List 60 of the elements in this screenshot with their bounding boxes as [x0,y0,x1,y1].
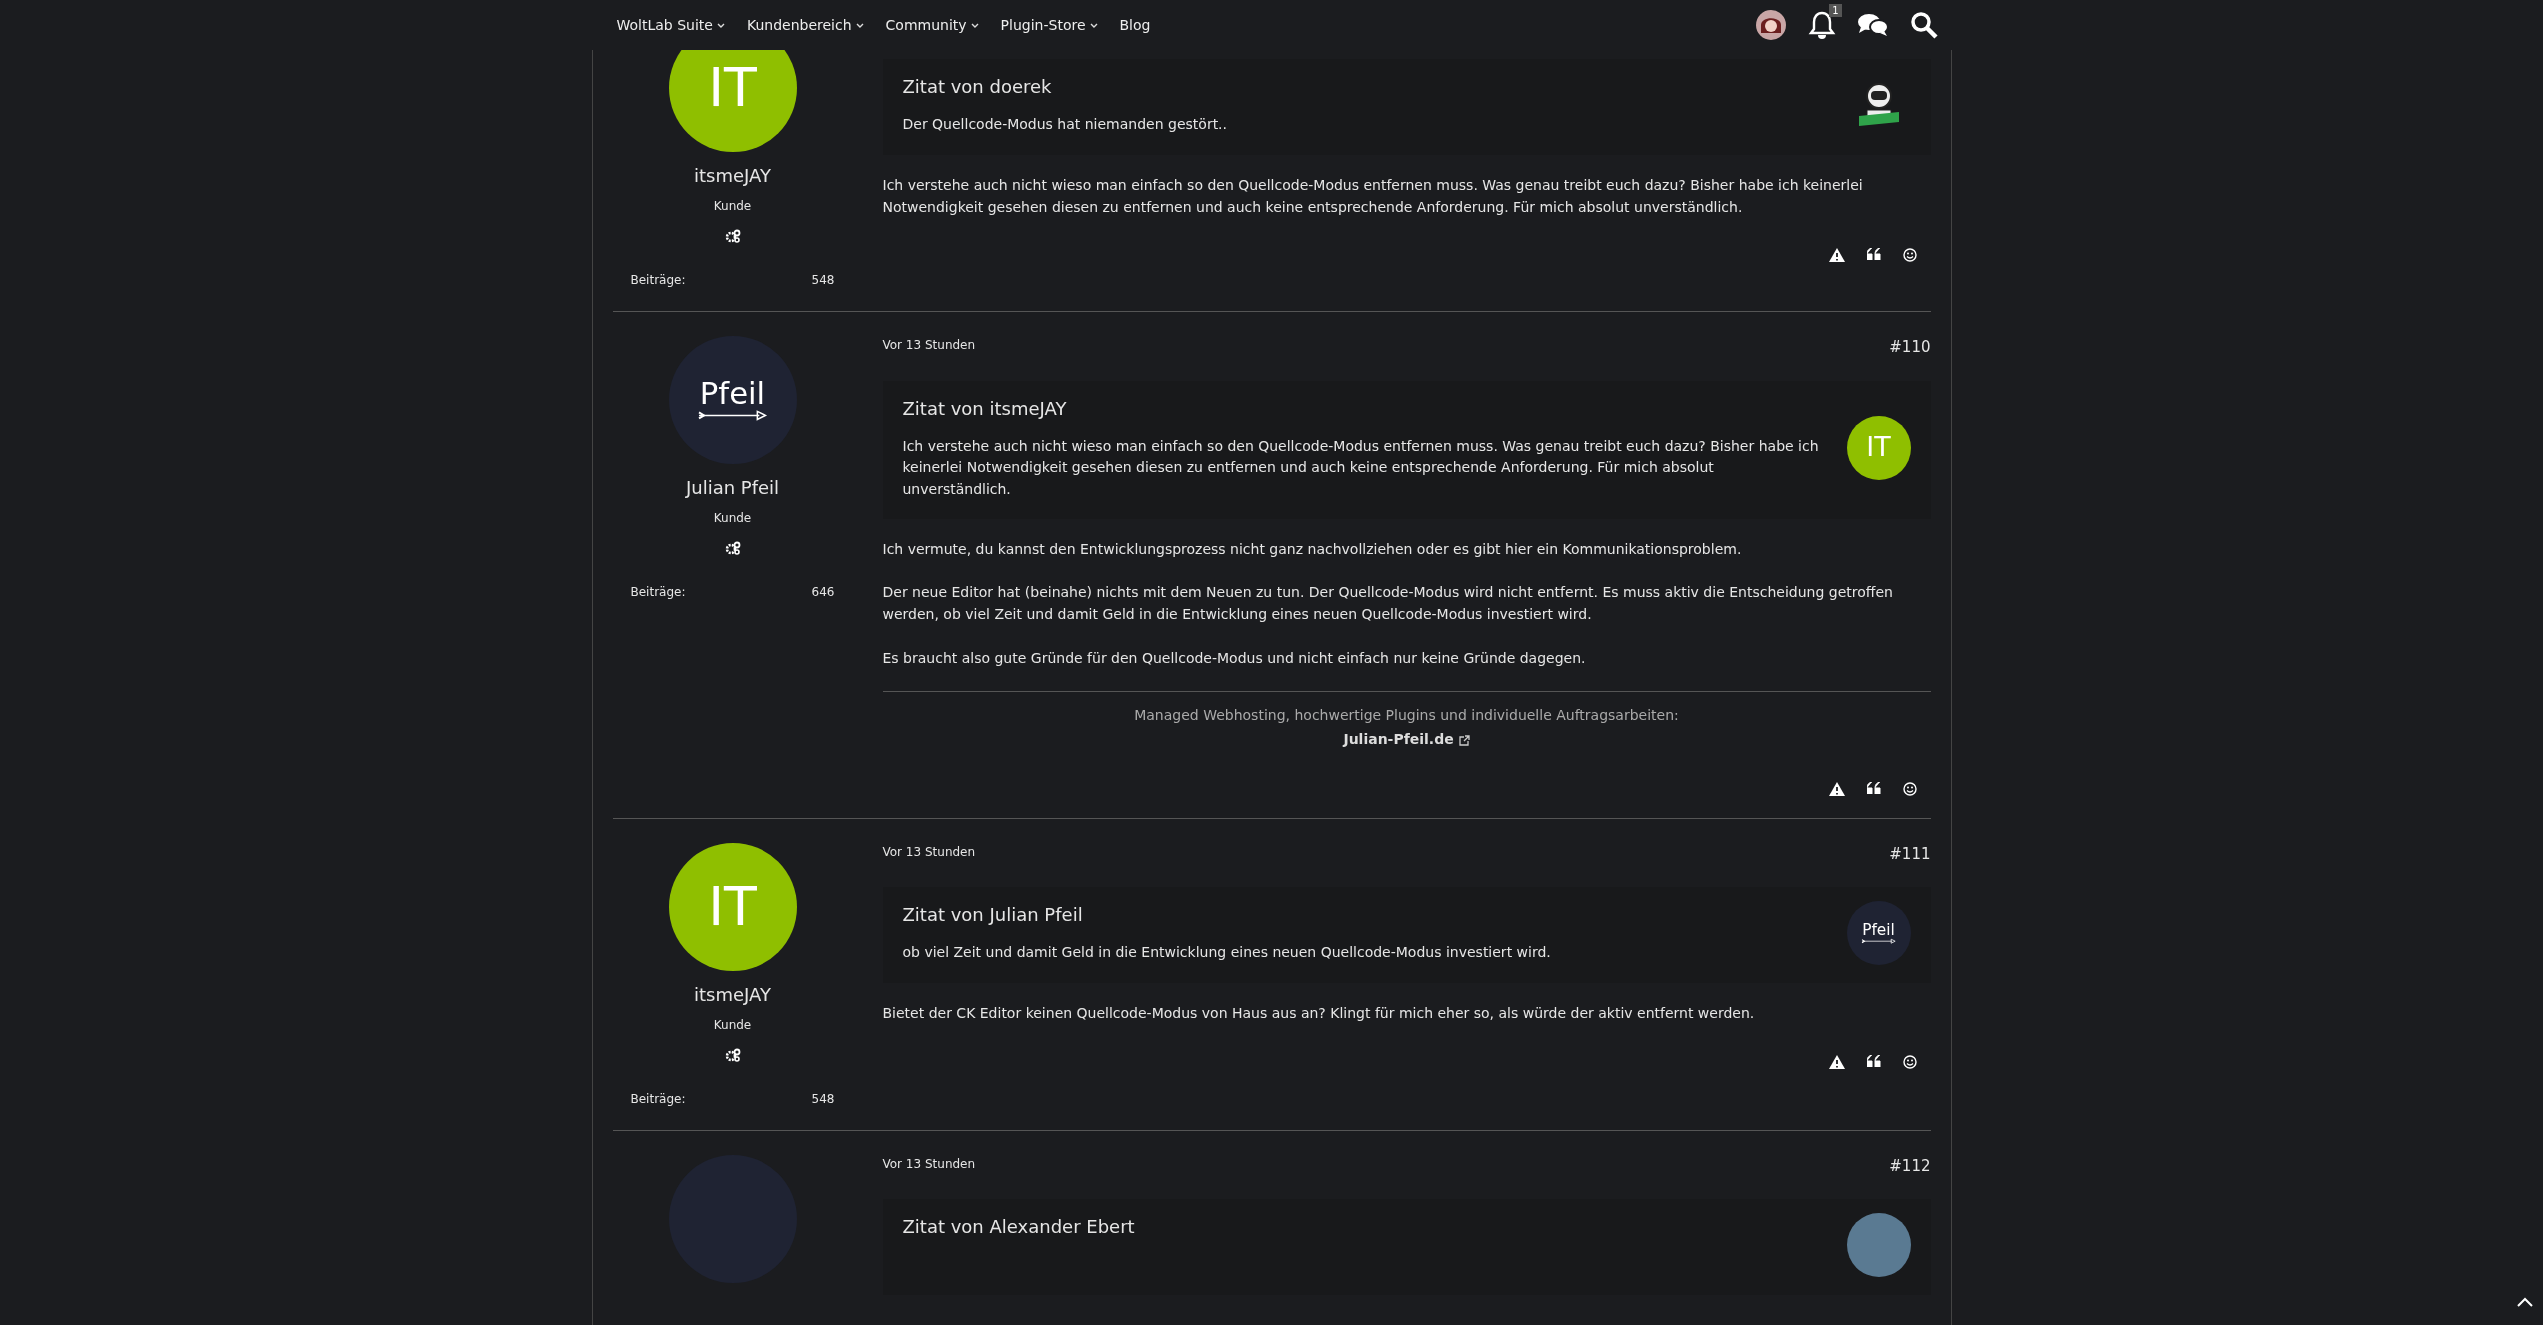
gears-icon [724,1047,741,1062]
signature-link[interactable]: Julian-Pfeil.de [1343,731,1470,748]
user-rank: Kunde [713,198,752,215]
stat-label: Beiträge: [630,272,686,289]
username[interactable]: itsmeJAY [694,980,771,1008]
stat-value[interactable]: 548 [811,271,835,289]
quote-avatar: IT [1846,415,1911,480]
username[interactable]: Julian Pfeil [685,474,780,501]
post-number[interactable]: #112 [1889,1154,1931,1178]
external-link-icon [1458,734,1470,746]
warning-icon[interactable] [1828,781,1845,796]
quote-title: Zitat von itsmeJAY [902,396,1068,421]
quote-text: ob viel Zeit und damit Geld in die Entwicklung eines neuen Quellcode-Modus investiert wird. [902,943,1552,963]
quote-text: Ich verstehe auch nicht wieso man einfach so den Quellcode-Modus entfernen muss. Was genau treibt euch dazu? Bisher habe ich keinerlei Notwendigkeit gesehen diesen zu entfernen und auch keine entsprechende Anforderung. Für mich absolut unverständlich. [902,436,1820,499]
stat-label: Beiträge: [630,1090,686,1108]
smiley-icon[interactable] [1902,248,1917,263]
post-paragraph: Ich verstehe auch nicht wieso man einfach so den Quellcode-Modus entfernen muss. Was genau treibt euch dazu? Bisher habe ich keinerlei Notwendigkeit gesehen diesen zu entfernen und auch keine entsprechende Anforderung. Für mich absolut unverständlich. [882,176,1864,217]
post-paragraph: Bietet der CK Editor keinen Quellcode-Modus von Haus aus an? Klingt für mich eher so, als würde der aktiv entfernt werden. [882,1004,1756,1024]
post-paragraph: Es braucht also gute Gründe für den Quellcode-Modus und nicht einfach nur keine Gründe dagegen. [882,648,1587,668]
user-avatar: IT [668,50,797,152]
quote-title: Zitat von doerek [902,75,1053,99]
gears-icon [724,541,741,555]
post-time[interactable]: Vor 13 Stunden [882,1154,976,1178]
user-rank: Kunde [713,510,752,527]
post-paragraph: Der neue Editor hat (beinahe) nichts mit dem Neuen zu tun. Der Quellcode-Modus wird nicht entfernt. Es muss aktiv die Entscheidung getroffen werden, ob viel Zeit und damit Geld in die Entwicklung eines neuen Quellcode-Modus investiert wird. [882,583,1894,624]
quote-title: Zitat von Alexander Ebert [902,1215,1136,1240]
scroll-to-top-icon[interactable] [2517,1297,2533,1307]
notification-count: 1 [1829,4,1842,17]
stat-value[interactable]: 548 [811,1089,835,1108]
warning-icon[interactable] [1828,248,1845,263]
nav-menu-item[interactable]: Blog [1108,14,1162,36]
user-avatar: IT [668,842,797,971]
warning-icon[interactable] [1828,1055,1845,1070]
user-avatar-icon[interactable] [1754,9,1787,41]
quote-avatar: Pfeil [1846,901,1911,966]
stat-label: Beiträge: [630,584,686,601]
smiley-icon[interactable] [1902,1055,1917,1070]
nav-menu-item[interactable]: WoltLab Suite [605,14,736,36]
stat-value[interactable]: 646 [811,583,835,601]
signature-text: Managed Webhosting, hochwertige Plugins und individuelle Auftragsarbeiten: [1133,706,1680,726]
quote-icon[interactable] [1866,781,1881,794]
post-paragraph: Ich vermute, du kannst den Entwicklungsprozess nicht ganz nachvollziehen oder es gibt hier ein Kommunikationsproblem. [882,539,1743,559]
smiley-icon[interactable] [1902,781,1917,796]
username[interactable]: itsmeJAY [694,162,771,189]
nav-menu-item[interactable]: Plugin-Store [989,14,1109,36]
post-number[interactable]: #111 [1889,842,1931,866]
quote-icon[interactable] [1866,1055,1881,1068]
post-time[interactable]: Vor 13 Stunden [882,336,976,359]
post-number[interactable]: #110 [1889,336,1931,359]
chat-bubbles-icon[interactable] [1856,12,1889,38]
quote-text: Der Quellcode-Modus hat niemanden gestört.. [902,115,1229,134]
user-rank: Kunde [713,1016,752,1034]
quote-title: Zitat von Julian Pfeil [902,903,1084,928]
user-avatar: Pfeil [668,336,797,464]
nav-menu-item[interactable]: Community [874,14,990,36]
gears-icon [724,229,741,243]
search-icon[interactable] [1909,11,1938,39]
post-time[interactable]: Vor 13 Stunden [882,842,976,866]
nav-menu-item[interactable]: Kundenbereich [735,14,875,36]
quote-icon[interactable] [1866,248,1881,261]
